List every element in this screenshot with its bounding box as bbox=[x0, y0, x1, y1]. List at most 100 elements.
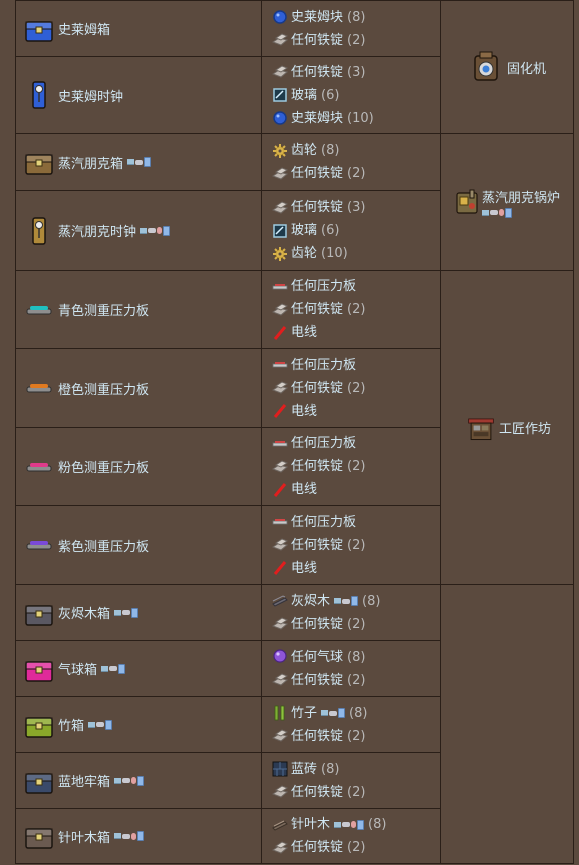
table-row: 蒸汽朋克箱 齿轮 (8) 任何铁锭 (2) 蒸汽朋克锅炉 bbox=[15, 133, 574, 271]
wire-icon bbox=[272, 403, 288, 419]
ingredient-name[interactable]: 玻璃 bbox=[291, 219, 317, 242]
iron-bar-icon bbox=[272, 302, 288, 318]
table-row: 灰烬木箱 灰烬木 (8) 任何铁锭 (2) bbox=[15, 584, 574, 864]
ingredient-name[interactable]: 齿轮 bbox=[291, 139, 317, 162]
ingredient-name[interactable]: 任何铁锭 bbox=[291, 29, 343, 52]
ingredient-count: (8) bbox=[321, 761, 340, 777]
ingredient-name[interactable]: 灰烬木 bbox=[291, 590, 330, 613]
ingredient-name[interactable]: 电线 bbox=[291, 400, 317, 423]
station-name[interactable]: 固化机 bbox=[507, 58, 546, 77]
ingredient-name[interactable]: 任何铁锭 bbox=[291, 196, 343, 219]
ingredient-item: 针叶木 (8) bbox=[272, 813, 440, 836]
iron-bar-icon bbox=[272, 784, 288, 800]
ingredient-name[interactable]: 针叶木 bbox=[291, 813, 330, 836]
pressure-plate-icon bbox=[272, 279, 288, 295]
boreal-wood-chest-icon bbox=[24, 821, 54, 851]
mobile-icon bbox=[338, 708, 346, 718]
ingredient-name[interactable]: 任何压力板 bbox=[291, 432, 356, 455]
result-name[interactable]: 蓝地牢箱 bbox=[58, 771, 110, 790]
ingredient-name[interactable]: 齿轮 bbox=[291, 242, 317, 265]
result-name[interactable]: 史莱姆时钟 bbox=[58, 86, 123, 105]
result-name[interactable]: 灰烬木箱 bbox=[58, 603, 110, 622]
ingredient-name[interactable]: 任何压力板 bbox=[291, 511, 356, 534]
station-name[interactable]: 工匠作坊 bbox=[499, 418, 551, 437]
result-name[interactable]: 气球箱 bbox=[58, 659, 97, 678]
ingredient-name[interactable]: 电线 bbox=[291, 557, 317, 580]
cog-icon bbox=[272, 143, 288, 159]
result-name[interactable]: 粉色测重压力板 bbox=[58, 457, 149, 476]
boreal-wood-icon bbox=[272, 817, 288, 833]
version-badges bbox=[321, 708, 346, 718]
ingredient-item: 电线 bbox=[272, 400, 440, 423]
ingredient-count: (8) bbox=[321, 143, 340, 158]
result-name[interactable]: 针叶木箱 bbox=[58, 827, 110, 846]
ingredient-item: 电线 bbox=[272, 321, 440, 344]
ingredient-name[interactable]: 任何铁锭 bbox=[291, 455, 343, 478]
ingredient-name[interactable]: 任何铁锭 bbox=[291, 298, 343, 321]
version-badges bbox=[334, 596, 359, 606]
ingredient-name[interactable]: 电线 bbox=[291, 478, 317, 501]
ingredients-cell: 任何压力板 任何铁锭 (2) 电线 bbox=[261, 427, 441, 506]
ingredient-item: 灰烬木 (8) bbox=[272, 590, 440, 613]
ingredient-name[interactable]: 任何铁锭 bbox=[291, 534, 343, 557]
ingredient-item: 任何铁锭 (2) bbox=[272, 298, 440, 321]
station-cell: 固化机 bbox=[440, 0, 574, 134]
ingredients-cell: 任何铁锭 (3) 玻璃 (6) 史莱姆块 (10) bbox=[261, 56, 441, 134]
ingredient-item: 任何铁锭 (2) bbox=[272, 162, 440, 185]
pressure-plate-icon bbox=[272, 436, 288, 452]
station-cell: 工匠作坊 bbox=[440, 270, 574, 585]
ingredient-name[interactable]: 任何压力板 bbox=[291, 275, 356, 298]
cog-icon bbox=[272, 246, 288, 262]
ingredient-item: 电线 bbox=[272, 478, 440, 501]
ingredient-name[interactable]: 史莱姆块 bbox=[291, 107, 343, 130]
ingredient-name[interactable]: 任何铁锭 bbox=[291, 377, 343, 400]
ingredient-name[interactable]: 任何铁锭 bbox=[291, 669, 343, 692]
ingredient-item: 玻璃 (6) bbox=[272, 219, 440, 242]
mobile-icon bbox=[118, 663, 126, 674]
ingredient-name[interactable]: 任何气球 bbox=[291, 646, 343, 669]
ingredient-item: 任何铁锭 (2) bbox=[272, 781, 440, 804]
ingredient-name[interactable]: 蓝砖 bbox=[291, 758, 317, 781]
ingredients-cell: 任何压力板 任何铁锭 (2) 电线 bbox=[261, 348, 441, 428]
ingredient-name[interactable]: 任何铁锭 bbox=[291, 725, 343, 748]
cyan-pressure-plate-icon bbox=[24, 295, 54, 325]
ingredient-item: 齿轮 (10) bbox=[272, 242, 440, 265]
iron-bar-icon bbox=[272, 380, 288, 396]
ingredient-name[interactable]: 任何压力板 bbox=[291, 354, 356, 377]
console-icon bbox=[122, 778, 131, 783]
ingredient-name[interactable]: 任何铁锭 bbox=[291, 61, 343, 84]
blue-slime-chest-icon bbox=[24, 14, 54, 44]
result-name[interactable]: 橙色测重压力板 bbox=[58, 379, 149, 398]
ingredients-cell: 灰烬木 (8) 任何铁锭 (2) bbox=[261, 584, 441, 641]
result-name[interactable]: 青色测重压力板 bbox=[58, 300, 149, 319]
iron-bar-icon bbox=[272, 459, 288, 475]
station-name[interactable]: 蒸汽朋克锅炉 bbox=[482, 187, 560, 206]
result-name[interactable]: 蒸汽朋克时钟 bbox=[58, 221, 136, 240]
ingredient-name[interactable]: 任何铁锭 bbox=[291, 781, 343, 804]
old-gen-icon bbox=[157, 227, 163, 234]
ingredient-name[interactable]: 电线 bbox=[291, 321, 317, 344]
ingredient-name[interactable]: 任何铁锭 bbox=[291, 162, 343, 185]
version-badges bbox=[101, 663, 126, 674]
ingredient-item: 任何铁锭 (3) bbox=[272, 61, 440, 84]
ingredient-item: 玻璃 (6) bbox=[272, 84, 440, 107]
old-gen-icon bbox=[351, 821, 357, 828]
result-name[interactable]: 史莱姆箱 bbox=[58, 19, 110, 38]
pc-icon bbox=[101, 665, 109, 672]
ingredient-name[interactable]: 玻璃 bbox=[291, 84, 317, 107]
mobile-icon bbox=[131, 607, 139, 618]
ingredient-name[interactable]: 竹子 bbox=[291, 702, 317, 725]
ingredient-name[interactable]: 任何铁锭 bbox=[291, 613, 343, 636]
glass-icon bbox=[272, 87, 288, 103]
console-icon bbox=[109, 666, 118, 671]
ingredient-name[interactable]: 任何铁锭 bbox=[291, 836, 343, 859]
ingredient-name[interactable]: 史莱姆块 bbox=[291, 6, 343, 29]
ingredient-item: 电线 bbox=[272, 557, 440, 580]
result-name[interactable]: 紫色测重压力板 bbox=[58, 536, 149, 555]
ingredient-item: 任何铁锭 (2) bbox=[272, 725, 440, 748]
slime-block-icon bbox=[272, 110, 288, 126]
table-row: 青色测重压力板 任何压力板 任何铁锭 (2) 电线 工匠作坊 bbox=[15, 270, 574, 585]
result-name[interactable]: 竹箱 bbox=[58, 715, 84, 734]
ingredients-cell: 史莱姆块 (8) 任何铁锭 (2) bbox=[261, 0, 441, 57]
result-name[interactable]: 蒸汽朋克箱 bbox=[58, 153, 123, 172]
